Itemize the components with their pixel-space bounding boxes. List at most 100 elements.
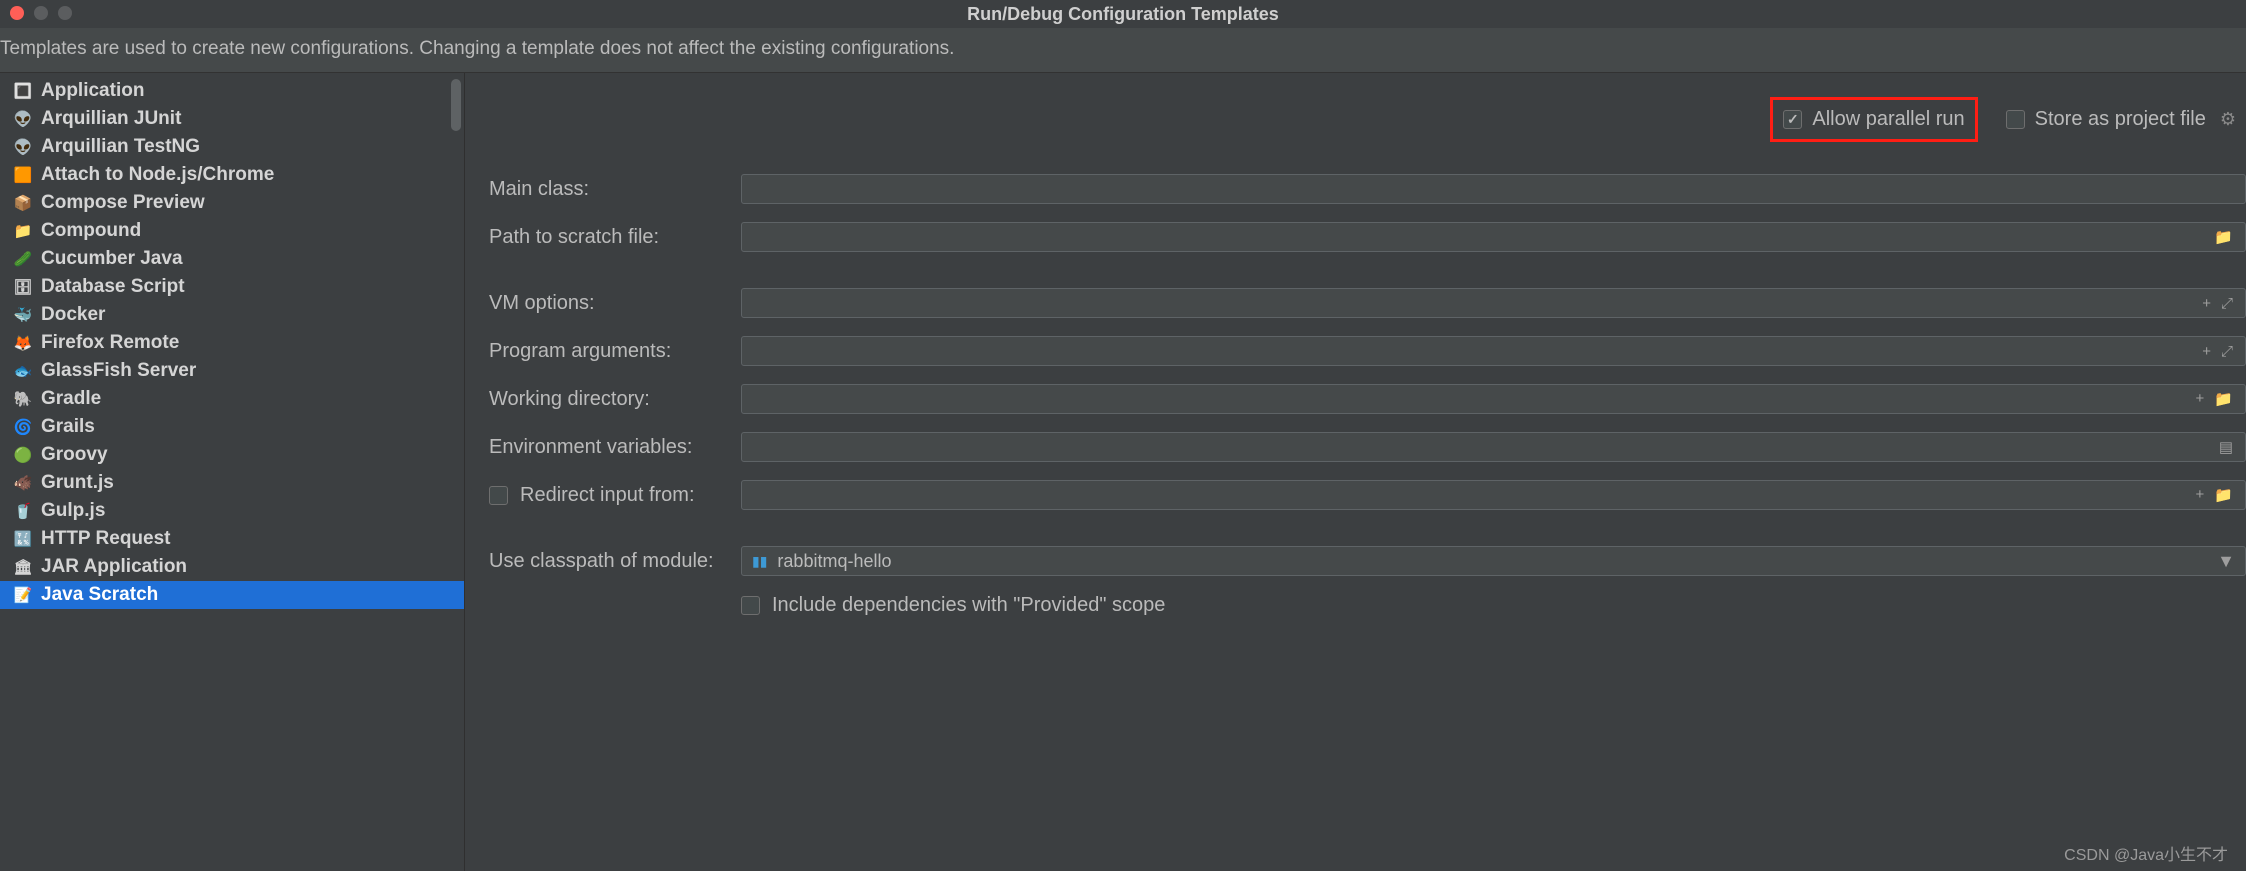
list-icon[interactable]: ▤ [2219, 438, 2233, 456]
sidebar-item[interactable]: 📁 Compound [0, 217, 464, 245]
sidebar-item[interactable]: 🟢 Groovy [0, 441, 464, 469]
template-list[interactable]: 🔳Application👽Arquillian JUnit👽Arquillian… [0, 73, 464, 609]
sidebar-item-label: Compose Preview [41, 192, 205, 214]
sidebar-item-label: Attach to Node.js/Chrome [41, 164, 274, 186]
scratch-path-row: Path to scratch file: 📁 [489, 222, 2246, 252]
config-type-icon: 🥤 [14, 502, 32, 520]
sidebar-item[interactable]: 📝Java Scratch [0, 581, 464, 609]
sidebar-item[interactable]: 🥒 Cucumber Java [0, 245, 464, 273]
plus-icon[interactable]: + [2202, 343, 2211, 360]
store-as-project-file-checkbox[interactable]: Store as project file ⚙ [2006, 108, 2236, 131]
main-class-label: Main class: [489, 178, 721, 201]
program-args-label: Program arguments: [489, 340, 721, 363]
config-type-icon: 🟢 [14, 446, 32, 464]
checkbox-icon [489, 486, 508, 505]
sidebar-item[interactable]: 🔣HTTP Request [0, 525, 464, 553]
expand-icon[interactable]: ⤢ [2221, 295, 2233, 312]
browse-folder-icon[interactable]: 📁 [2214, 228, 2233, 246]
vm-options-label: VM options: [489, 292, 721, 315]
browse-folder-icon[interactable]: 📁 [2214, 390, 2233, 408]
sidebar-item-label: Compound [41, 220, 141, 242]
info-bar: Templates are used to create new configu… [0, 28, 2246, 73]
config-type-icon: 🐳 [14, 306, 32, 324]
sidebar-item[interactable]: 🟧Attach to Node.js/Chrome [0, 161, 464, 189]
sidebar-item-label: Gulp.js [41, 500, 105, 522]
expand-icon[interactable]: ⤢ [2221, 343, 2233, 360]
working-dir-label: Working directory: [489, 388, 721, 411]
include-provided-checkbox[interactable]: Include dependencies with "Provided" sco… [741, 594, 1165, 617]
plus-icon[interactable]: + [2202, 295, 2211, 312]
close-window-button[interactable] [10, 6, 24, 20]
sidebar-item[interactable]: 🏛 JAR Application [0, 553, 464, 581]
redirect-input-label: Redirect input from: [520, 484, 695, 507]
sidebar-item[interactable]: 🐗Grunt.js [0, 469, 464, 497]
gear-icon[interactable]: ⚙ [2220, 109, 2236, 130]
config-type-icon: 📝 [14, 586, 32, 604]
main-class-input[interactable] [741, 174, 2246, 204]
redirect-input-chk-wrap: Redirect input from: [489, 484, 721, 507]
env-vars-label: Environment variables: [489, 436, 721, 459]
sidebar-item[interactable]: 🗄Database Script [0, 273, 464, 301]
working-dir-row: Working directory: + 📁 [489, 384, 2246, 414]
sidebar-item[interactable]: 🌀 Grails [0, 413, 464, 441]
redirect-input-row: Redirect input from: + 📁 [489, 480, 2246, 510]
config-type-icon: 👽 [14, 110, 32, 128]
config-type-icon: 📦 [14, 194, 32, 212]
scratch-path-input[interactable]: 📁 [741, 222, 2246, 252]
sidebar-item-label: JAR Application [41, 556, 187, 578]
sidebar-item[interactable]: 🐟GlassFish Server [0, 357, 464, 385]
sidebar-item-label: Arquillian TestNG [41, 136, 200, 158]
minimize-window-button[interactable] [34, 6, 48, 20]
module-icon: ▮▮ [752, 553, 767, 570]
scratch-path-label: Path to scratch file: [489, 226, 721, 249]
plus-icon[interactable]: + [2196, 390, 2205, 408]
plus-icon[interactable]: + [2196, 486, 2205, 504]
config-type-icon: 🐗 [14, 474, 32, 492]
sidebar-item[interactable]: 👽Arquillian TestNG [0, 133, 464, 161]
config-type-icon: 🦊 [14, 334, 32, 352]
sidebar-scrollbar[interactable] [451, 79, 461, 131]
redirect-input-checkbox[interactable]: Redirect input from: [489, 484, 721, 507]
classpath-label: Use classpath of module: [489, 550, 721, 573]
sidebar-item-label: Database Script [41, 276, 185, 298]
allow-parallel-run-checkbox[interactable]: Allow parallel run [1770, 97, 1977, 142]
sidebar-item-label: Firefox Remote [41, 332, 179, 354]
program-args-input[interactable]: + ⤢ [741, 336, 2246, 366]
sidebar-item[interactable]: 📦 Compose Preview [0, 189, 464, 217]
sidebar-item-label: Gradle [41, 388, 101, 410]
classpath-value: rabbitmq-hello [777, 551, 891, 572]
config-type-icon: 🌀 [14, 418, 32, 436]
working-dir-input[interactable]: + 📁 [741, 384, 2246, 414]
sidebar-item[interactable]: 🥤 Gulp.js [0, 497, 464, 525]
env-vars-input[interactable]: ▤ [741, 432, 2246, 462]
redirect-input-field[interactable]: + 📁 [741, 480, 2246, 510]
allow-parallel-label: Allow parallel run [1812, 108, 1964, 131]
sidebar-item[interactable]: 🔳 Application [0, 77, 464, 105]
sidebar-item-label: Application [41, 80, 144, 102]
sidebar-item[interactable]: 🐳Docker [0, 301, 464, 329]
chevron-down-icon: ▼ [2217, 551, 2235, 572]
watermark: CSDN @Java小生不才 [2064, 841, 2228, 865]
top-options: Allow parallel run Store as project file… [489, 97, 2246, 142]
vm-options-input[interactable]: + ⤢ [741, 288, 2246, 318]
sidebar-item-label: GlassFish Server [41, 360, 196, 382]
sidebar-item[interactable]: 🦊 Firefox Remote [0, 329, 464, 357]
sidebar-item[interactable]: 🐘Gradle [0, 385, 464, 413]
config-type-icon: 📁 [14, 222, 32, 240]
info-text: Templates are used to create new configu… [0, 38, 954, 59]
config-type-icon: 🥒 [14, 250, 32, 268]
config-type-icon: 🏛 [14, 558, 32, 576]
include-provided-label: Include dependencies with "Provided" sco… [772, 594, 1165, 617]
config-type-icon: 🔳 [14, 82, 32, 100]
sidebar-item-label: Grails [41, 416, 95, 438]
classpath-row: Use classpath of module: ▮▮ rabbitmq-hel… [489, 546, 2246, 576]
sidebar-item-label: Cucumber Java [41, 248, 183, 270]
checkbox-icon [741, 596, 760, 615]
checkbox-icon [2006, 110, 2025, 129]
browse-folder-icon[interactable]: 📁 [2214, 486, 2233, 504]
sidebar-item-label: HTTP Request [41, 528, 171, 550]
maximize-window-button[interactable] [58, 6, 72, 20]
sidebar-item[interactable]: 👽Arquillian JUnit [0, 105, 464, 133]
classpath-select[interactable]: ▮▮ rabbitmq-hello ▼ [741, 546, 2246, 576]
sidebar-item-label: Groovy [41, 444, 108, 466]
